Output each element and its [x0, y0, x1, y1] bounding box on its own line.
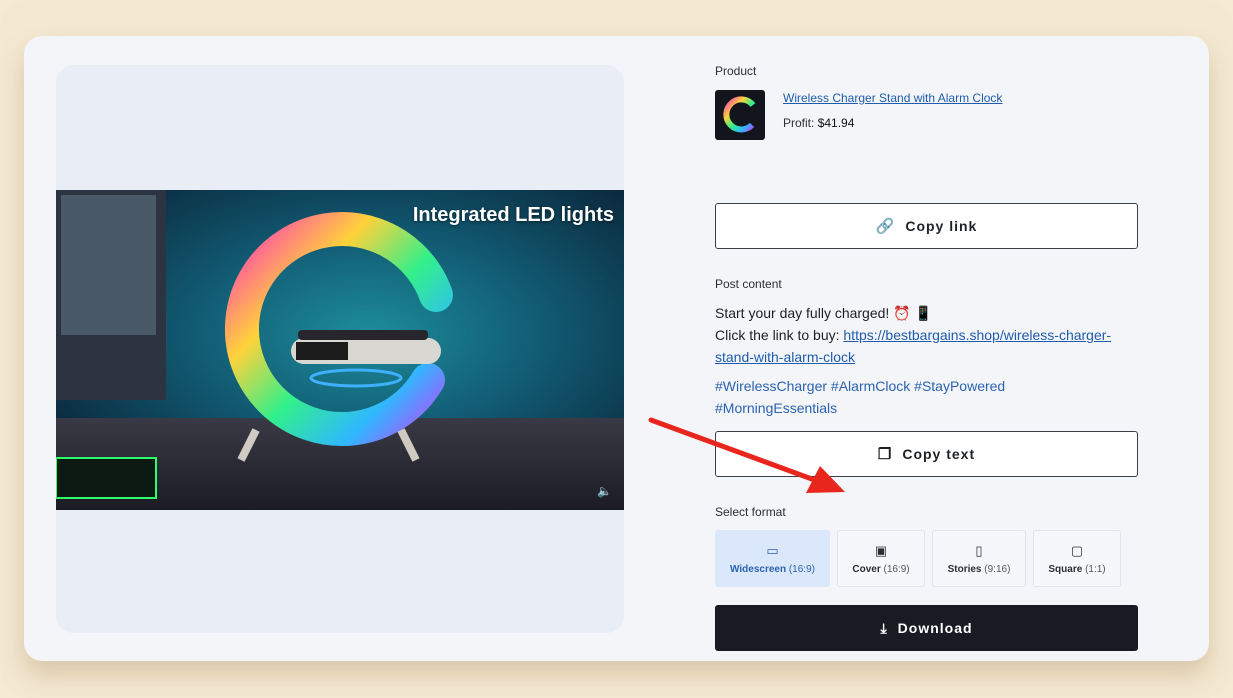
profit-text: Profit: $41.94 — [783, 116, 855, 130]
select-format-label: Select format — [715, 505, 786, 519]
details-column: Product Wireless Charger Stand with Alar… — [715, 64, 1139, 651]
link-icon: 🔗 — [875, 218, 896, 235]
image-icon: ▣ — [874, 542, 888, 558]
square-play-icon: ▢ — [1070, 542, 1084, 558]
product-row: Wireless Charger Stand with Alarm Clock … — [715, 90, 1002, 140]
post-content-label: Post content — [715, 277, 782, 291]
product-thumbnail — [715, 90, 765, 140]
video-caption: Integrated LED lights — [412, 204, 614, 226]
volume-icon[interactable]: 🔈 — [597, 484, 612, 498]
video-player[interactable]: Integrated LED lights 🔈 — [56, 190, 624, 510]
product-section-label: Product — [715, 64, 757, 78]
format-widescreen[interactable]: ▭ Widescreen (16:9) — [715, 530, 830, 587]
phone-icon: ▯ — [975, 542, 983, 558]
format-options: ▭ Widescreen (16:9) ▣ Cover (16:9) ▯ Sto… — [715, 530, 1121, 587]
download-button[interactable]: ⤓ Download — [715, 605, 1138, 651]
post-content-text: Start your day fully charged! ⏰ 📱 Click … — [715, 305, 1112, 365]
product-link[interactable]: Wireless Charger Stand with Alarm Clock — [783, 91, 1002, 105]
post-card: Integrated LED lights 🔈 Product Wireless… — [24, 36, 1209, 661]
video-icon: ▭ — [766, 542, 779, 558]
copy-link-button[interactable]: 🔗 Copy link — [715, 203, 1138, 249]
format-square[interactable]: ▢ Square (1:1) — [1033, 530, 1121, 587]
product-scene-illustration — [56, 190, 624, 510]
media-preview-panel: Integrated LED lights 🔈 — [56, 65, 624, 633]
format-stories[interactable]: ▯ Stories (9:16) — [932, 530, 1026, 587]
copy-text-button[interactable]: ❐ Copy text — [715, 431, 1138, 477]
download-icon: ⤓ — [880, 619, 888, 636]
hashtags: #WirelessCharger #AlarmClock #StayPowere… — [715, 378, 1006, 416]
copy-icon: ❐ — [877, 446, 893, 463]
format-cover[interactable]: ▣ Cover (16:9) — [837, 530, 925, 587]
